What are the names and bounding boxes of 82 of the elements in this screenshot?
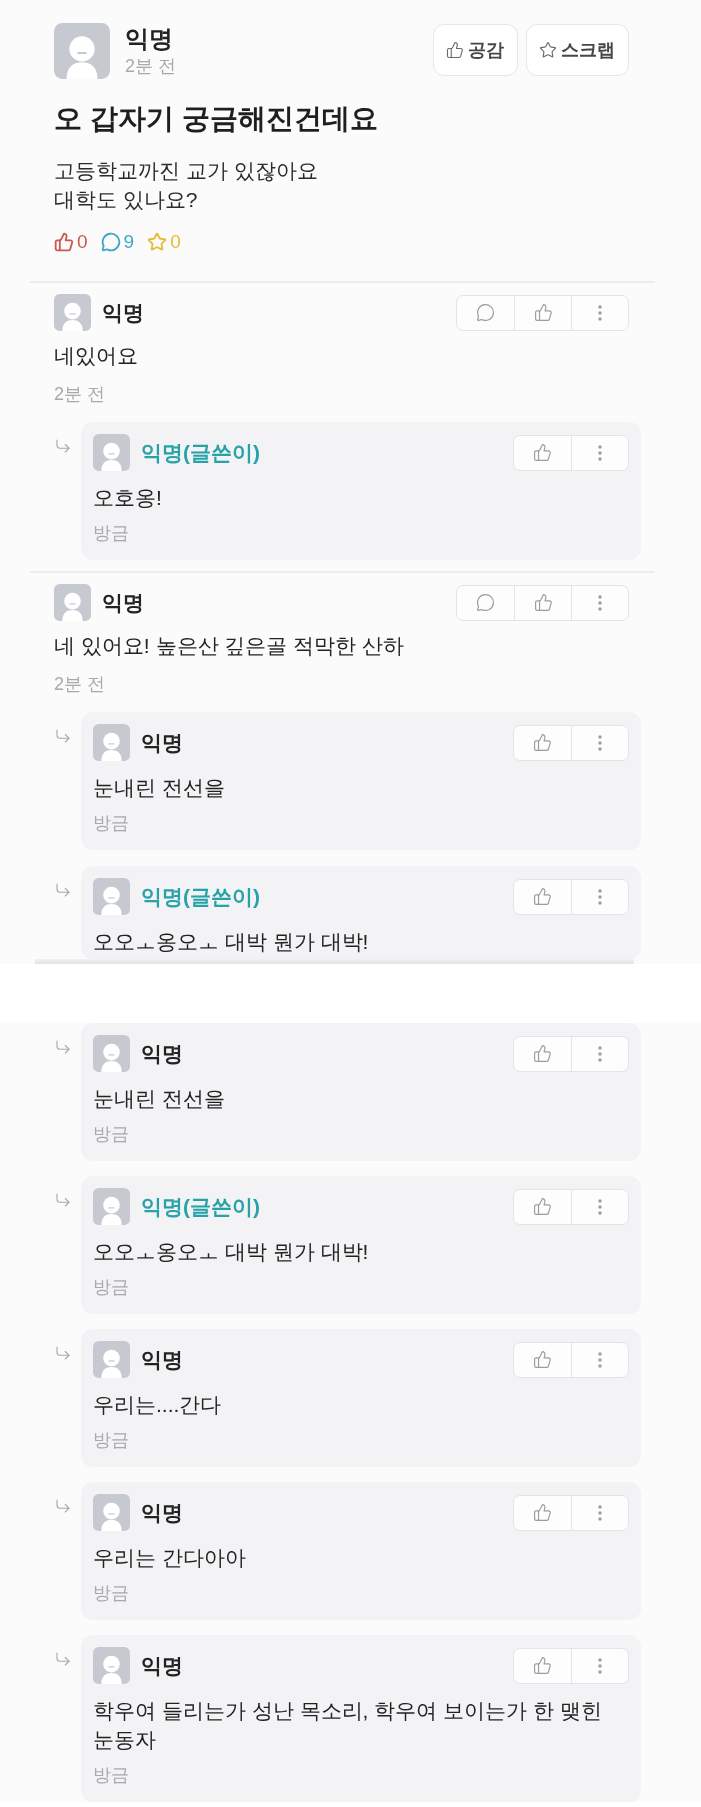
- avatar-icon: [54, 584, 91, 621]
- thumbs-up-icon: [533, 593, 553, 612]
- author-name: 익명(글쓴이): [141, 883, 260, 910]
- corner-arrow-icon: [54, 1497, 72, 1515]
- avatar-icon: [93, 1494, 130, 1531]
- star-icon: [539, 41, 557, 59]
- vertical-dots-icon: [598, 888, 602, 905]
- vertical-dots-icon: [598, 1351, 602, 1368]
- avatar-icon: [54, 294, 91, 331]
- avatar-icon: [93, 1341, 130, 1378]
- scrap-count: 0: [170, 230, 181, 254]
- author-name: 익명: [141, 1652, 183, 1679]
- like-count: 0: [77, 230, 88, 254]
- corner-arrow-icon: [54, 727, 72, 745]
- avatar-icon: [93, 1188, 130, 1225]
- vertical-dots-icon: [598, 1657, 602, 1674]
- reply-time: 방금: [93, 1429, 130, 1452]
- reply-text: 오호옹!: [93, 485, 163, 511]
- thumbs-up-icon: [533, 733, 552, 752]
- avatar-icon: [93, 1035, 130, 1072]
- reply-text: 오오ㅗ옹오ㅗ 대박 뭔가 대박!: [93, 929, 370, 955]
- corner-arrow-icon: [54, 1191, 72, 1209]
- reply-text: 오오ㅗ옹오ㅗ 대박 뭔가 대박!: [93, 1239, 370, 1265]
- vertical-dots-icon: [598, 1045, 602, 1062]
- speech-bubble-icon: [476, 593, 495, 612]
- avatar-icon: [93, 724, 130, 761]
- author-name: 익명: [141, 1040, 183, 1067]
- corner-arrow-icon: [54, 1650, 72, 1668]
- corner-arrow-icon: [54, 881, 72, 899]
- vertical-dots-icon: [598, 734, 602, 751]
- thumbs-up-icon: [533, 1656, 552, 1675]
- author-name: 익명: [102, 589, 144, 616]
- post-time: 2분 전: [125, 55, 176, 78]
- reply-text: 학우여 들리는가 성난 목소리, 학우여 보이는가 한 맺힌 눈동자: [93, 1698, 603, 1753]
- vertical-dots-icon: [598, 1504, 602, 1521]
- avatar-icon: [93, 1647, 130, 1684]
- author-name: 익명: [141, 1499, 183, 1526]
- speech-bubble-icon: [476, 303, 495, 322]
- vertical-dots-icon: [598, 594, 602, 611]
- thumbs-up-icon: [533, 1350, 552, 1369]
- thumbs-up-icon: [533, 443, 552, 462]
- avatar-icon: [93, 434, 130, 471]
- reply-text: 우리는 간다아아: [93, 1545, 247, 1571]
- author-name: 익명: [141, 1346, 183, 1373]
- post-title: 오 갑자기 궁금해진건데요: [54, 102, 379, 136]
- reply-time: 방금: [93, 1764, 130, 1787]
- reply-time: 방금: [93, 1276, 130, 1299]
- comment-time: 2분 전: [54, 383, 106, 406]
- avatar-icon: [93, 878, 130, 915]
- thumbs-up-icon: [533, 1503, 552, 1522]
- author-name: 익명(글쓴이): [141, 439, 260, 466]
- reply-time: 방금: [93, 1582, 130, 1605]
- thumbs-up-icon: [533, 1044, 552, 1063]
- corner-arrow-icon: [54, 1038, 72, 1056]
- author-name: 익명: [102, 299, 144, 326]
- vertical-dots-icon: [598, 304, 602, 321]
- reply-time: 방금: [93, 1123, 130, 1146]
- thumbs-up-icon: [446, 41, 464, 59]
- author-name: 익명: [141, 729, 183, 756]
- reply-text: 눈내린 전선을: [93, 1086, 226, 1112]
- like-button[interactable]: 공감: [433, 24, 518, 76]
- corner-arrow-icon: [54, 1344, 72, 1362]
- comment-text: 네 있어요! 높은산 깊은골 적막한 산하: [54, 633, 405, 659]
- thumbs-up-icon: [533, 1197, 552, 1216]
- reply-time: 방금: [93, 812, 130, 835]
- comment-count: 9: [123, 230, 135, 254]
- scrap-button[interactable]: 스크랩: [526, 24, 629, 76]
- vertical-dots-icon: [598, 1198, 602, 1215]
- reply-text: 우리는....간다: [93, 1392, 223, 1418]
- avatar-icon: [54, 23, 110, 79]
- comment-time: 2분 전: [54, 673, 106, 696]
- reply-time: 방금: [93, 522, 130, 545]
- author-name: 익명: [125, 24, 174, 54]
- post-body-line: 대학도 있나요?: [54, 187, 199, 213]
- comment-text: 네있어요: [54, 343, 139, 369]
- post-body-line: 고등학교까진 교가 있잖아요: [54, 158, 319, 184]
- author-name: 익명(글쓴이): [141, 1193, 260, 1220]
- thumbs-up-icon: [533, 303, 553, 322]
- reply-text: 눈내린 전선을: [93, 775, 226, 801]
- vertical-dots-icon: [598, 444, 602, 461]
- corner-arrow-icon: [54, 437, 72, 455]
- thumbs-up-icon: [533, 887, 552, 906]
